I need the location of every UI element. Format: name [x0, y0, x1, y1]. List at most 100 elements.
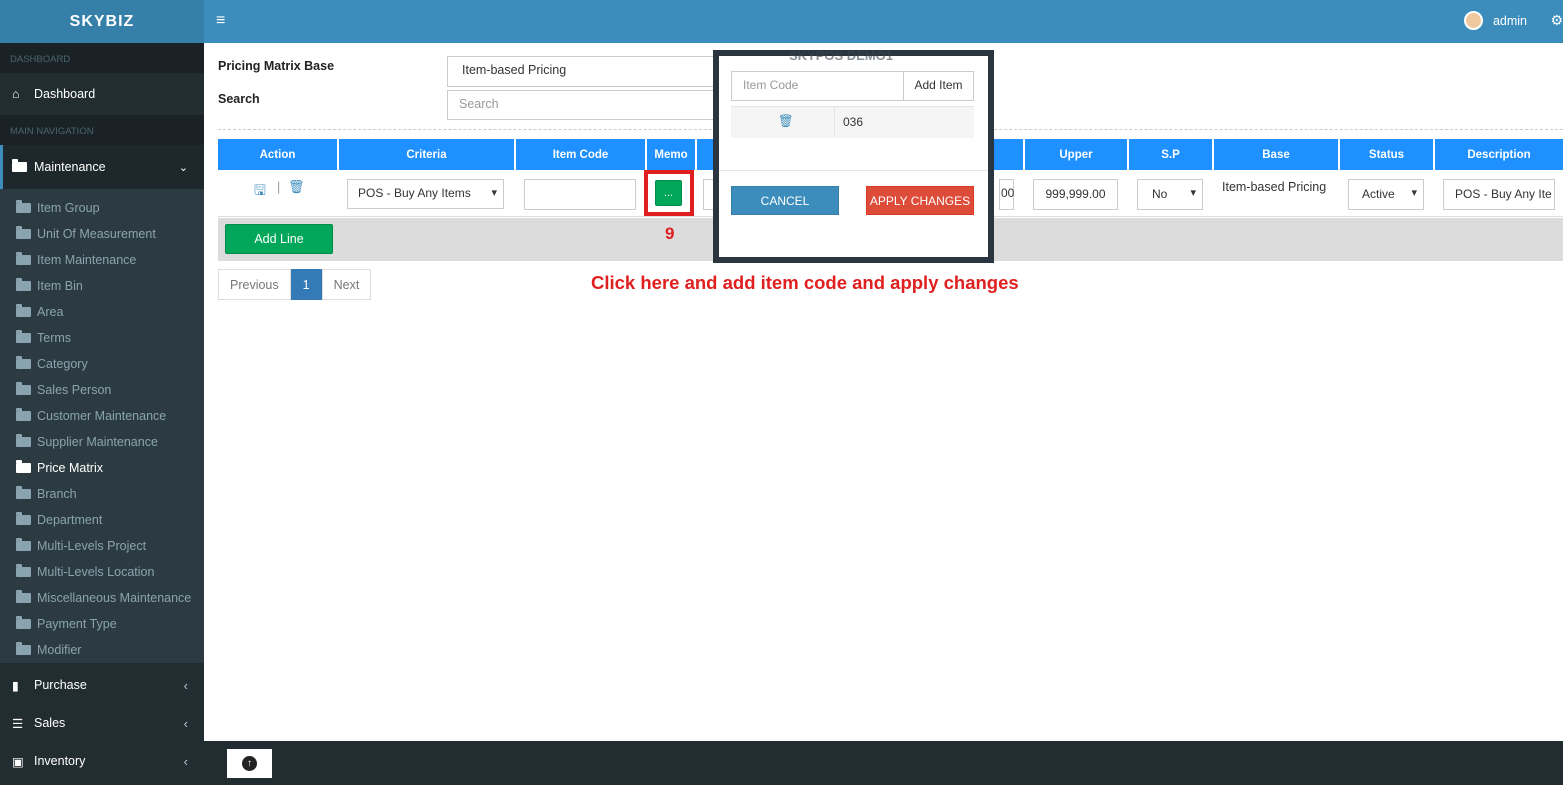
- folder-icon: [16, 330, 37, 345]
- sidebar-item-area[interactable]: Area: [0, 299, 204, 325]
- sidebar-item-label: Terms: [37, 331, 72, 345]
- trash-icon[interactable]: 🗑: [778, 114, 794, 129]
- upper-input[interactable]: 999,999.00: [1033, 179, 1118, 210]
- status-select[interactable]: Active: [1348, 179, 1424, 210]
- folder-icon: [16, 382, 37, 397]
- sidebar-item-label: Multi-Levels Project: [37, 539, 147, 553]
- sidebar-item-category[interactable]: Category: [0, 351, 204, 377]
- add-item-button[interactable]: Add Item: [903, 71, 974, 101]
- memo-modal: SKYPOS DEMO1 Item Code Add Item 🗑 036 CA…: [713, 48, 994, 263]
- sidebar-item-label: Purchase: [34, 678, 87, 692]
- pricing-base-select[interactable]: Item-based Pricing: [447, 56, 727, 87]
- sidebar-item-purchase[interactable]: ▮ Purchase ‹: [0, 666, 204, 704]
- sidebar-item-label: Department: [37, 513, 103, 527]
- page-1-button[interactable]: 1: [290, 269, 322, 300]
- folder-icon: [16, 590, 37, 605]
- sidebar-item-label: Sales: [34, 716, 66, 730]
- sidebar-item-item-maintenance[interactable]: Item Maintenance: [0, 247, 204, 273]
- dashboard-section-header: DASHBOARD: [0, 43, 204, 73]
- criteria-select[interactable]: POS - Buy Any Items: [347, 179, 504, 209]
- col-item-code: Item Code: [516, 139, 647, 170]
- sidebar-item-label: Inventory: [34, 754, 86, 768]
- sidebar-item-modifier[interactable]: Modifier: [0, 637, 204, 663]
- cancel-button[interactable]: CANCEL: [731, 186, 839, 215]
- sidebar-item-customer-maintenance[interactable]: Customer Maintenance: [0, 403, 204, 429]
- col-upper: Upper: [1025, 139, 1129, 170]
- sidebar-item-label: Customer Maintenance: [37, 409, 167, 423]
- sidebar-item-misc-maintenance[interactable]: Miscellaneous Maintenance: [0, 585, 204, 611]
- folder-icon: [16, 356, 37, 371]
- sidebar-item-label: Supplier Maintenance: [37, 435, 158, 449]
- sidebar-item-branch[interactable]: Branch: [0, 481, 204, 507]
- apply-changes-button[interactable]: APPLY CHANGES: [866, 186, 974, 215]
- list-icon: ☰: [12, 716, 24, 731]
- col-base: Base: [1214, 139, 1340, 170]
- item-code-field[interactable]: Item Code: [731, 71, 904, 101]
- chevron-down-icon: ⌄: [178, 161, 188, 174]
- trash-icon[interactable]: 🗑: [288, 179, 305, 195]
- sidebar-item-label: Modifier: [37, 643, 82, 657]
- pagination: Previous 1 Next: [218, 269, 372, 300]
- lower-input[interactable]: 00: [999, 179, 1014, 210]
- folder-icon: [16, 512, 37, 527]
- sidebar-item-item-bin[interactable]: Item Bin: [0, 273, 204, 299]
- sidebar-item-label: Item Bin: [37, 279, 83, 293]
- chevron-left-icon: ‹: [183, 677, 188, 693]
- brand-logo[interactable]: SKYBIZ: [0, 0, 204, 43]
- highlight-box: [644, 170, 694, 216]
- sidebar-item-uom[interactable]: Unit Of Measurement: [0, 221, 204, 247]
- description-input[interactable]: POS - Buy Any Ite: [1443, 179, 1555, 210]
- sidebar-item-multi-levels-project[interactable]: Multi-Levels Project: [0, 533, 204, 559]
- maintenance-submenu: Item Group Unit Of Measurement Item Main…: [0, 189, 204, 663]
- sp-value: No: [1152, 187, 1168, 201]
- sidebar-item-label: Sales Person: [37, 383, 112, 397]
- sidebar-item-payment-type[interactable]: Payment Type: [0, 611, 204, 637]
- separator: |: [277, 180, 281, 194]
- background-title: SKYPOS DEMO1: [789, 48, 894, 63]
- add-line-button[interactable]: Add Line: [225, 224, 333, 254]
- folder-icon: [16, 434, 37, 449]
- sidebar-item-dashboard[interactable]: ⌂ Dashboard: [0, 73, 204, 115]
- save-icon[interactable]: 🖫: [254, 180, 266, 204]
- sp-select[interactable]: No: [1137, 179, 1203, 210]
- sidebar-item-terms[interactable]: Terms: [0, 325, 204, 351]
- next-page-button[interactable]: Next: [321, 269, 372, 300]
- sidebar-item-item-group[interactable]: Item Group: [0, 195, 204, 221]
- hamburger-menu-icon[interactable]: ≡: [216, 12, 225, 30]
- sidebar-item-supplier-maintenance[interactable]: Supplier Maintenance: [0, 429, 204, 455]
- sidebar-item-price-matrix[interactable]: Price Matrix: [0, 455, 204, 481]
- sidebar-item-department[interactable]: Department: [0, 507, 204, 533]
- sidebar-item-label: Unit Of Measurement: [37, 227, 156, 241]
- sidebar-item-inventory[interactable]: ▣ Inventory ‹: [0, 742, 204, 780]
- folder-icon: [16, 226, 37, 241]
- sidebar-item-label: Dashboard: [34, 87, 96, 101]
- sidebar-item-label: Item Maintenance: [37, 253, 137, 267]
- scroll-top-button[interactable]: ↑: [227, 749, 272, 778]
- pricing-base-label: Pricing Matrix Base: [218, 59, 335, 73]
- folder-icon: [16, 642, 37, 657]
- user-menu[interactable]: admin: [1463, 11, 1527, 30]
- col-status: Status: [1340, 139, 1435, 170]
- username: admin: [1492, 13, 1527, 28]
- folder-icon: [16, 408, 37, 423]
- sidebar-item-sales-person[interactable]: Sales Person: [0, 377, 204, 403]
- home-icon: ⌂: [12, 87, 20, 101]
- previous-page-button[interactable]: Previous: [218, 269, 291, 300]
- sidebar-item-maintenance[interactable]: Maintenance ⌄: [0, 145, 204, 189]
- sidebar-item-label: Multi-Levels Location: [37, 565, 155, 579]
- folder-icon: [16, 252, 37, 267]
- search-input[interactable]: Search: [447, 90, 727, 120]
- col-memo: Memo: [647, 139, 697, 170]
- sidebar-item-label: Miscellaneous Maintenance: [37, 591, 192, 605]
- footer-bar: ↑: [204, 741, 1563, 785]
- sidebar-item-label: Price Matrix: [37, 461, 103, 475]
- folder-open-icon: [12, 159, 34, 174]
- sidebar-item-sales[interactable]: ☰ Sales ‹: [0, 704, 204, 742]
- chevron-left-icon: ‹: [183, 753, 188, 769]
- gear-icon[interactable]: ⚙: [1550, 12, 1563, 29]
- item-code-input[interactable]: [524, 179, 636, 210]
- sidebar-item-multi-levels-location[interactable]: Multi-Levels Location: [0, 559, 204, 585]
- divider: [834, 107, 835, 138]
- folder-icon: [16, 538, 37, 553]
- briefcase-icon: ▣: [12, 754, 24, 769]
